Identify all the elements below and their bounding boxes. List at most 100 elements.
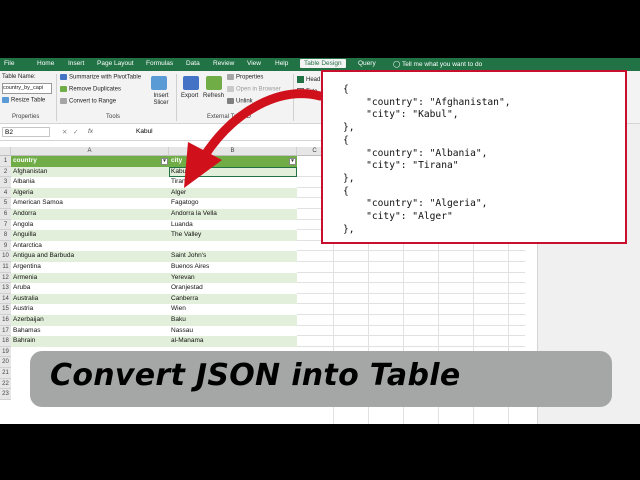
row-header[interactable]: 11 bbox=[0, 262, 11, 273]
cell-city[interactable]: Alger bbox=[169, 187, 297, 199]
cell-country[interactable]: American Samoa bbox=[11, 198, 169, 209]
cell-city[interactable]: Baku bbox=[169, 315, 297, 326]
function-icon[interactable]: fx bbox=[88, 128, 93, 135]
unlink-button[interactable]: Unlink bbox=[227, 98, 253, 105]
cell-city[interactable] bbox=[169, 241, 297, 252]
cell-country[interactable]: Bahamas bbox=[11, 326, 169, 337]
tell-me-search[interactable]: ◯ Tell me what you want to do bbox=[393, 60, 482, 68]
export-button[interactable]: Export bbox=[181, 93, 198, 99]
properties-button[interactable]: Properties bbox=[227, 74, 263, 81]
convert-range-button[interactable]: Convert to Range bbox=[60, 98, 116, 105]
row-header[interactable]: 15 bbox=[0, 304, 11, 315]
cell-country[interactable]: Azerbaijan bbox=[11, 315, 169, 326]
tab-table-design[interactable]: Table Design bbox=[300, 59, 346, 68]
open-browser-button[interactable]: Open in Browser bbox=[227, 86, 281, 93]
row-header[interactable]: 6 bbox=[0, 209, 11, 220]
row-header[interactable]: 9 bbox=[0, 240, 11, 252]
json-line: "country": "Albania", bbox=[343, 147, 488, 159]
filter-dropdown-icon[interactable]: ▾ bbox=[289, 157, 296, 165]
cell-city[interactable]: Buenos Aires bbox=[169, 262, 297, 273]
row-header[interactable]: 8 bbox=[0, 230, 11, 241]
cell-country[interactable]: Austria bbox=[11, 304, 169, 315]
json-line: }, bbox=[343, 223, 355, 235]
cell-city[interactable]: Nassau bbox=[169, 326, 297, 337]
row-header[interactable]: 21 bbox=[0, 368, 11, 379]
tab-help[interactable]: Help bbox=[275, 60, 288, 67]
column-header-a[interactable]: A bbox=[11, 147, 169, 156]
cell-city[interactable]: The Valley bbox=[169, 230, 297, 241]
cell-city[interactable]: Fagatogo bbox=[169, 198, 297, 209]
row-header[interactable]: 14 bbox=[0, 293, 11, 305]
tab-page-layout[interactable]: Page Layout bbox=[97, 60, 134, 67]
name-box[interactable]: B2 bbox=[2, 127, 50, 137]
tab-insert[interactable]: Insert bbox=[68, 60, 84, 67]
header-row-checkbox[interactable]: Head bbox=[297, 76, 320, 83]
total-row-checkbox[interactable]: Tota bbox=[297, 88, 317, 95]
table-header-city[interactable]: city ▾ bbox=[169, 156, 297, 167]
column-header-b[interactable]: B bbox=[169, 147, 297, 156]
tab-home[interactable]: Home bbox=[37, 60, 54, 67]
insert-slicer-button[interactable]: Insert Slicer bbox=[150, 93, 172, 107]
resize-table-button[interactable]: Resize Table bbox=[2, 97, 45, 104]
row-header[interactable]: 10 bbox=[0, 251, 11, 262]
cell-city[interactable]: Canberra bbox=[169, 293, 297, 305]
tab-data[interactable]: Data bbox=[186, 60, 200, 67]
enter-icon[interactable]: ✓ bbox=[73, 128, 78, 136]
row-header[interactable]: 3 bbox=[0, 177, 11, 188]
tab-query[interactable]: Query bbox=[358, 60, 376, 67]
cell-city[interactable]: Kabul bbox=[169, 166, 297, 178]
row-header[interactable]: 1 bbox=[0, 156, 11, 167]
cell-city[interactable]: Saint John's bbox=[169, 251, 297, 262]
row-header[interactable]: 7 bbox=[0, 219, 11, 231]
cell-country[interactable]: Australia bbox=[11, 293, 169, 305]
row-header[interactable]: 5 bbox=[0, 198, 11, 209]
row-header[interactable]: 12 bbox=[0, 272, 11, 284]
filter-dropdown-icon[interactable]: ▾ bbox=[161, 157, 168, 165]
cell-country[interactable]: Aruba bbox=[11, 283, 169, 294]
refresh-button[interactable]: Refresh bbox=[203, 93, 224, 99]
table-header-country[interactable]: country ▾ bbox=[11, 156, 169, 167]
cell-country[interactable]: Afghanistan bbox=[11, 166, 169, 178]
tab-review[interactable]: Review bbox=[213, 60, 234, 67]
cell-country[interactable]: Armenia bbox=[11, 272, 169, 284]
row-header[interactable]: 17 bbox=[0, 325, 11, 337]
cell-country[interactable]: Argentina bbox=[11, 262, 169, 273]
separator bbox=[293, 74, 294, 121]
cell-country[interactable]: Angola bbox=[11, 220, 169, 231]
formula-input[interactable]: Kabul bbox=[136, 128, 153, 135]
row-header[interactable]: 22 bbox=[0, 378, 11, 390]
cell-city[interactable]: Wien bbox=[169, 304, 297, 315]
cell-city[interactable]: al-Manama bbox=[169, 336, 297, 347]
cell-country[interactable]: Algeria bbox=[11, 187, 169, 199]
row-header[interactable]: 16 bbox=[0, 315, 11, 326]
cell-city[interactable]: Tirana bbox=[169, 177, 297, 188]
row-header[interactable]: 20 bbox=[0, 357, 11, 368]
row-header[interactable]: 4 bbox=[0, 187, 11, 199]
cell-country[interactable]: Albania bbox=[11, 177, 169, 188]
json-popup: { "country": "Afghanistan", "city": "Kab… bbox=[321, 70, 627, 244]
row-header[interactable]: 23 bbox=[0, 389, 11, 400]
tab-view[interactable]: View bbox=[247, 60, 261, 67]
row-header[interactable]: 18 bbox=[0, 336, 11, 347]
tab-file[interactable]: File bbox=[4, 60, 14, 67]
table-name-input[interactable]: country_by_capi bbox=[2, 83, 52, 94]
remove-duplicates-button[interactable]: Remove Duplicates bbox=[60, 86, 121, 93]
row-header[interactable]: 13 bbox=[0, 283, 11, 294]
select-all-corner[interactable] bbox=[0, 147, 11, 156]
cancel-icon[interactable]: ✕ bbox=[62, 128, 67, 136]
cell-city[interactable]: Andorra la Vella bbox=[169, 209, 297, 220]
cell-city[interactable]: Oranjestad bbox=[169, 283, 297, 294]
row-header[interactable]: 2 bbox=[0, 166, 11, 178]
cell-country[interactable]: Antigua and Barbuda bbox=[11, 251, 169, 262]
properties-group-label: Properties bbox=[12, 114, 40, 120]
tab-formulas[interactable]: Formulas bbox=[146, 60, 173, 67]
cell-country[interactable]: Anguilla bbox=[11, 230, 169, 241]
remove-duplicates-icon bbox=[60, 86, 67, 92]
cell-country[interactable]: Antarctica bbox=[11, 241, 169, 252]
summarize-pivot-button[interactable]: Summarize with PivotTable bbox=[60, 74, 141, 81]
cell-city[interactable]: Yerevan bbox=[169, 272, 297, 284]
cell-city[interactable]: Luanda bbox=[169, 220, 297, 231]
cell-country[interactable]: Bahrain bbox=[11, 336, 169, 347]
row-header[interactable]: 19 bbox=[0, 346, 11, 358]
cell-country[interactable]: Andorra bbox=[11, 209, 169, 220]
